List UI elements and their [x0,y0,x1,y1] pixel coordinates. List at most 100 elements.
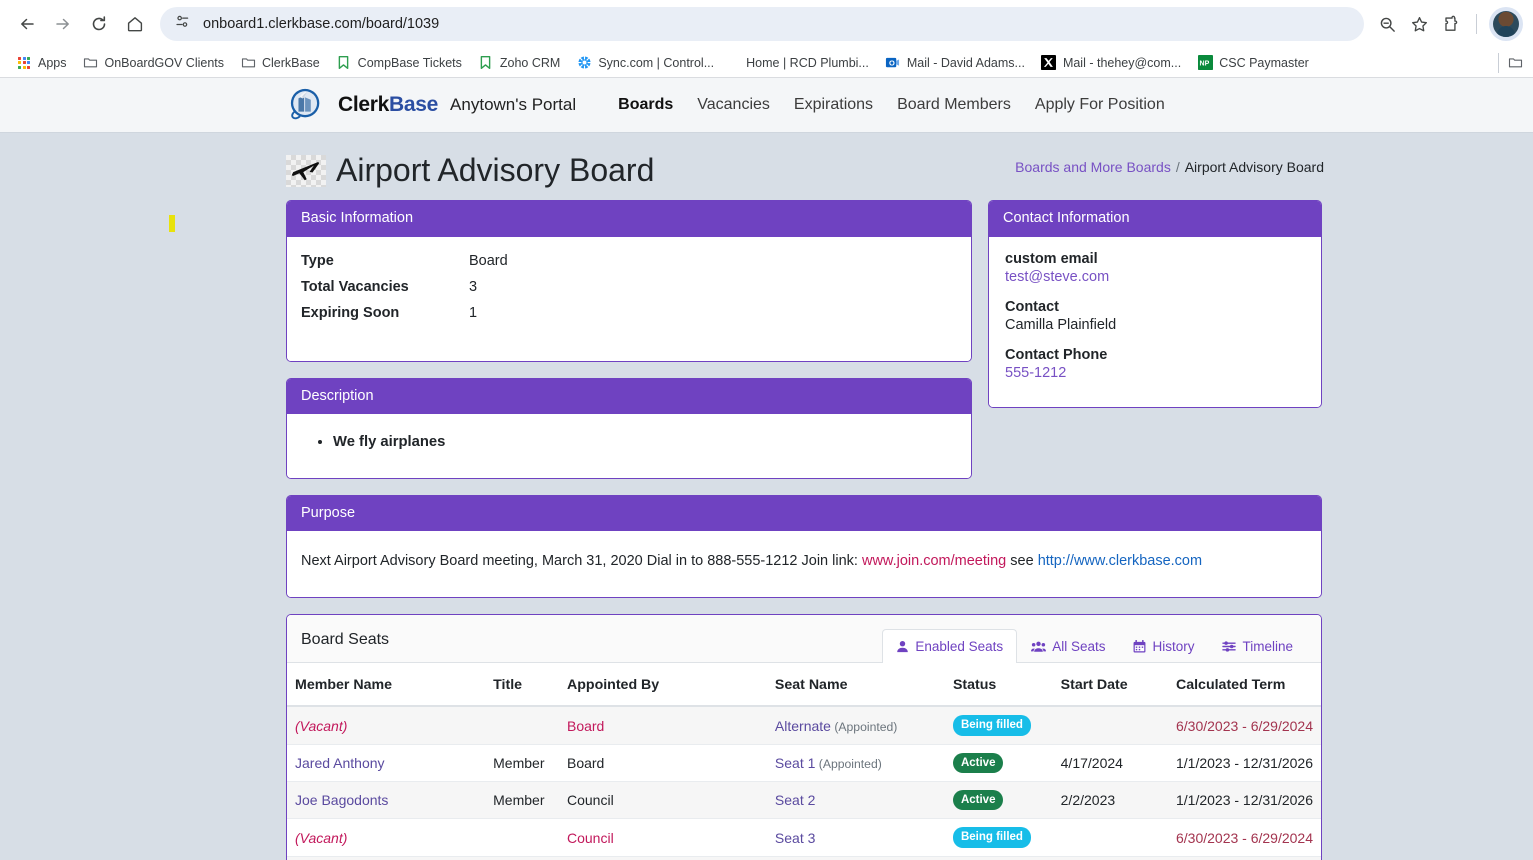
purpose-heading: Purpose [287,495,1321,532]
column-appointed-by: Appointed By [558,663,767,708]
cell-member-name[interactable]: (Vacant) [287,706,486,745]
cell-calculated-term: 1/1/2023 - 12/31/2026 [1167,744,1321,783]
bookmark-apps[interactable]: Apps [8,51,75,75]
cell-seat-name[interactable]: Seat 4 [766,856,945,860]
purpose-clerkbase-link[interactable]: http://www.clerkbase.com [1038,553,1202,569]
appointed-by-value[interactable]: Board [567,718,604,734]
basic-information-card: Basic Information Type Board Total Vacan… [286,200,972,362]
bookmark-star-icon[interactable] [1404,9,1434,39]
column-title: Title [485,663,559,708]
table-row: Joe Bagodonts Member Council Seat 2 Active 2/… [287,781,1321,820]
green-bookmark-icon [478,55,494,71]
cell-start-date [1052,856,1168,860]
cell-member-name[interactable]: Jared Anthony [287,744,486,783]
cell-member-name[interactable]: (Vacant) [287,856,486,860]
users-icon [1031,640,1047,653]
bookmark-label: CompBase Tickets [357,55,462,70]
cell-status: Active [944,781,1053,820]
other-bookmarks-folder-icon[interactable] [1507,55,1523,71]
bookmark-compbase-tickets[interactable]: CompBase Tickets [328,51,470,75]
tab-all-seats[interactable]: All Seats [1017,629,1119,663]
bookmark-zoho-crm[interactable]: Zoho CRM [470,51,568,75]
forward-button[interactable] [46,7,80,41]
description-body: We fly airplanes [287,413,971,478]
purpose-join-link[interactable]: www.join.com/meeting [862,553,1006,569]
tab-history[interactable]: History [1119,629,1208,663]
nav-apply-for-position[interactable]: Apply For Position [1035,96,1165,114]
url-text: onboard1.clerkbase.com/board/1039 [203,16,440,32]
table-header: Member Name Title Appointed By Seat Name… [287,663,1321,708]
home-button[interactable] [118,7,152,41]
cell-seat-name[interactable]: Seat 2 [766,781,945,820]
cell-member-name[interactable]: Joe Bagodonts [287,781,486,820]
clerkbase-logo[interactable]: ClerkBase [286,87,438,123]
cell-seat-name[interactable]: Alternate (Appointed) [766,706,945,745]
bookmark-rcd-plumbing[interactable]: Home | RCD Plumbi... [738,52,877,74]
table-row: (Vacant) Board Alternate (Appointed) Being … [287,706,1321,745]
cell-title [485,706,559,745]
cell-member-name[interactable]: (Vacant) [287,818,486,857]
cell-seat-name[interactable]: Seat 1 (Appointed) [766,744,945,783]
seat-name-suffix: (Appointed) [815,756,882,771]
seat-name-link[interactable]: Seat 1 [775,755,815,771]
bookmark-csc-paymaster[interactable]: NP CSC Paymaster [1189,51,1317,75]
bookmark-sync-com[interactable]: Sync.com | Control... [568,51,722,75]
seat-name-link[interactable]: Seat 3 [775,830,815,846]
tab-enabled-seats[interactable]: Enabled Seats [882,629,1018,664]
site-header: ClerkBase Anytown's Portal Boards Vacanc… [0,78,1533,133]
svg-text:O: O [889,58,895,67]
bookmark-mail-thehey[interactable]: Mail - thehey@com... [1033,51,1189,75]
nav-boards[interactable]: Boards [618,96,673,114]
nav-vacancies[interactable]: Vacancies [697,96,770,114]
calculated-term-value: 1/1/2023 - 12/31/2026 [1175,754,1313,771]
extensions-icon[interactable] [1436,9,1466,39]
calculated-term-value: 6/30/2023 - 6/29/2024 [1175,829,1313,846]
cell-appointed-by[interactable]: Council [558,818,767,857]
seat-name-link[interactable]: Alternate [775,718,831,734]
vacant-label[interactable]: (Vacant) [295,830,347,846]
seat-name-link[interactable]: Seat 2 [775,792,815,808]
calculated-term-value: 1/1/2023 - 12/31/2026 [1175,792,1313,809]
page-title: Airport Advisory Board [336,152,655,188]
bookmark-onboardgov-clients[interactable]: OnBoardGOV Clients [75,51,233,75]
tab-timeline[interactable]: Timeline [1208,629,1307,663]
seat-name-suffix: (Appointed) [830,719,898,734]
appointed-by-value[interactable]: Council [567,830,614,846]
back-button[interactable] [10,7,44,41]
bookmarks-overflow [1496,52,1525,73]
bookmarks-divider [1498,52,1499,73]
calendar-icon [1133,640,1146,653]
cell-appointed-by[interactable]: Board [558,706,767,745]
cell-appointed-by: Council [558,781,767,820]
bookmark-clerkbase[interactable]: ClerkBase [232,51,328,75]
site-settings-icon[interactable] [174,13,191,35]
table-body: (Vacant) Board Alternate (Appointed) Being … [287,706,1321,860]
status-badge: Active [952,790,1004,811]
content-area: Basic Information Type Board Total Vacan… [0,188,1533,860]
address-bar[interactable]: onboard1.clerkbase.com/board/1039 [160,7,1364,41]
bookmark-mail-david-adams[interactable]: O Mail - David Adams... [877,51,1033,75]
vacant-label[interactable]: (Vacant) [295,718,347,734]
board-seats-header: Board Seats Enabled Seats All Seats Hist… [287,615,1321,664]
breadcrumb-parent-link[interactable]: Boards and More Boards [1015,159,1171,175]
contact-label-phone: Contact Phone [1005,346,1108,363]
profile-avatar[interactable] [1489,7,1523,41]
nav-expirations[interactable]: Expirations [794,96,873,114]
status-badge: Being filled [952,827,1031,848]
cell-start-date: 4/17/2024 [1052,744,1168,783]
cell-start-date: 2/2/2023 [1052,781,1168,820]
member-name-link[interactable]: Jared Anthony [295,755,385,771]
nav-board-members[interactable]: Board Members [897,96,1011,114]
cell-status: Being filled [944,706,1053,745]
contact-value-phone[interactable]: 555-1212 [1005,365,1305,381]
member-name-link[interactable]: Joe Bagodonts [295,792,388,808]
left-column: Basic Information Type Board Total Vacan… [286,200,972,479]
cell-seat-name[interactable]: Seat 3 [766,818,945,857]
logo-clerk-text: Clerk [338,93,390,116]
contact-value-email[interactable]: test@steve.com [1005,269,1305,285]
cell-title: Member [485,781,559,820]
search-icon[interactable] [1372,9,1402,39]
top-cards-row: Basic Information Type Board Total Vacan… [286,200,1533,479]
cell-appointed-by[interactable]: Board of Commissioners [558,856,767,860]
reload-button[interactable] [82,7,116,41]
